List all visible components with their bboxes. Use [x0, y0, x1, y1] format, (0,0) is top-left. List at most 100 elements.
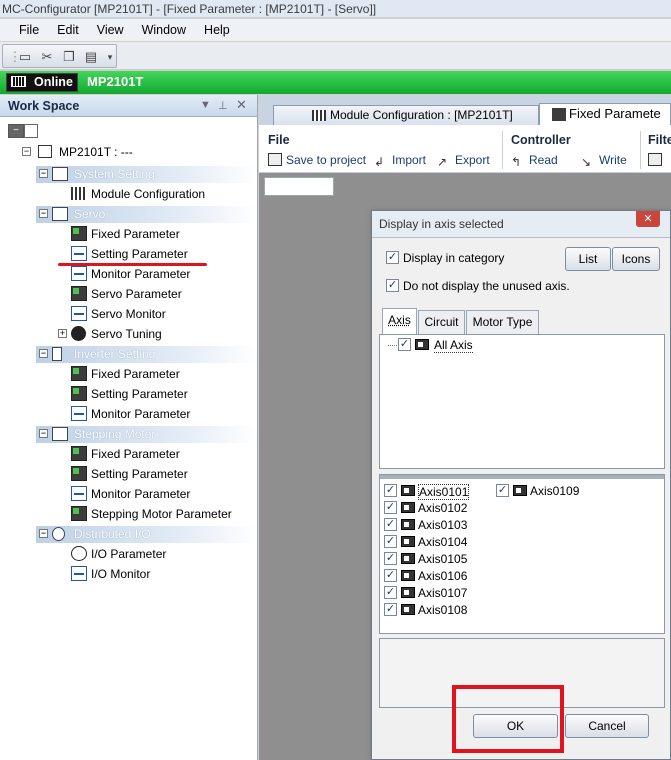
axis-label[interactable]: Axis0106	[418, 569, 467, 583]
tab-axis[interactable]: Axis	[382, 308, 417, 335]
axis-label[interactable]: Axis0105	[418, 552, 467, 566]
axis-select-dialog: Display in axis selected ✕ ✓ Display in …	[371, 210, 671, 760]
read-icon: ↰	[511, 155, 522, 169]
toolbar-group: ⋮ ▭ ✂ ❐ ▤ ▾	[2, 44, 117, 68]
axis-label[interactable]: Axis0108	[418, 603, 467, 617]
axis-icon	[401, 502, 415, 513]
save-to-project-button[interactable]: Save to project	[268, 153, 366, 167]
workspace-title: Work Space	[8, 99, 80, 113]
export-button[interactable]: ↗ Export	[437, 153, 490, 169]
collapse-icon[interactable]: −	[39, 209, 48, 218]
tree-group-servo[interactable]: − Servo	[36, 206, 256, 223]
all-axis-checkbox[interactable]: ✓	[398, 338, 411, 351]
paste-icon[interactable]: ▤	[83, 49, 99, 65]
axis-label[interactable]: Axis0103	[418, 518, 467, 532]
tab-fixed-parameter[interactable]: Fixed Paramete	[539, 103, 671, 125]
menu-window[interactable]: Window	[133, 19, 195, 41]
collapse-icon[interactable]: −	[39, 429, 48, 438]
axis-checkbox[interactable]: ✓	[384, 603, 397, 616]
tab-circuit[interactable]: Circuit	[418, 310, 465, 334]
axis-checkbox[interactable]: ✓	[384, 569, 397, 582]
save-icon	[268, 153, 282, 166]
axis-checkbox[interactable]: ✓	[384, 501, 397, 514]
toolbar-options-icon[interactable]: ▾	[102, 49, 118, 65]
ribbon-controller-title: Controller	[511, 133, 571, 147]
axis-checkbox[interactable]: ✓	[384, 535, 397, 548]
axis-icon	[401, 570, 415, 581]
tab-motor-type[interactable]: Motor Type	[466, 310, 539, 334]
cut-icon[interactable]: ✂	[39, 49, 55, 65]
write-button[interactable]: ↘ Write	[581, 153, 627, 169]
monitor-parameter-icon	[71, 266, 87, 281]
dropdown-icon[interactable]: ▼	[200, 99, 211, 111]
setting-parameter-icon	[71, 386, 87, 401]
export-icon: ↗	[437, 155, 448, 169]
online-icon	[11, 76, 26, 87]
fixed-parameter-icon	[552, 108, 566, 121]
axis-checkbox[interactable]: ✓	[384, 552, 397, 565]
read-button[interactable]: ↰ Read	[511, 153, 558, 169]
axis-tree: ✓ All Axis	[379, 334, 665, 469]
axis-checkbox[interactable]: ✓	[384, 518, 397, 531]
icons-button[interactable]: Icons	[612, 247, 660, 271]
axis-label[interactable]: Axis0101	[418, 484, 470, 500]
status-bar: Online MP2101T	[0, 71, 671, 94]
expand-icon[interactable]: +	[58, 329, 67, 338]
module-configuration-icon	[71, 187, 87, 200]
filter-button[interactable]	[648, 153, 666, 167]
list-button[interactable]: List	[565, 247, 611, 271]
all-axis-icon	[415, 339, 429, 350]
tree-group-distributed-io[interactable]: − Distributed I/O	[36, 526, 256, 543]
import-button[interactable]: ↲ Import	[374, 153, 426, 169]
display-in-category-checkbox[interactable]: ✓	[386, 251, 399, 264]
tree-group-inverter-setting[interactable]: − Inverter Setting	[36, 346, 256, 363]
axis-icon	[401, 604, 415, 615]
dialog-title: Display in axis selected	[379, 217, 504, 231]
all-axis-label[interactable]: All Axis	[434, 338, 473, 353]
parameter-field[interactable]	[264, 177, 334, 196]
close-icon[interactable]: ✕	[636, 211, 660, 227]
tree-group-system-setting[interactable]: − System Setting	[36, 166, 256, 183]
save-icon[interactable]: ▭	[17, 49, 33, 65]
cancel-button[interactable]: Cancel	[565, 714, 649, 738]
close-icon[interactable]: ✕	[236, 97, 247, 113]
ribbon-file-title: File	[268, 133, 290, 147]
menu-edit[interactable]: Edit	[48, 19, 88, 41]
tab-module-configuration[interactable]: Module Configuration : [MP2101T]	[273, 105, 539, 125]
import-icon: ↲	[374, 155, 385, 169]
dialog-body: ✓ Display in category List Icons ✓ Do no…	[372, 237, 670, 759]
monitor-parameter-icon	[71, 406, 87, 421]
write-icon: ↘	[581, 155, 592, 169]
collapse-icon[interactable]: −	[39, 169, 48, 178]
menu-help[interactable]: Help	[195, 19, 239, 41]
display-in-category-label: Display in category	[403, 251, 505, 265]
menu-bar: File Edit View Window Help	[0, 19, 671, 41]
axis-checkbox[interactable]: ✓	[496, 484, 509, 497]
axis-icon	[401, 536, 415, 547]
collapse-root-icon[interactable]: −	[8, 124, 24, 138]
menu-view[interactable]: View	[88, 19, 133, 41]
axis-label[interactable]: Axis0102	[418, 501, 467, 515]
controller-icon	[38, 145, 52, 158]
ribbon-separator	[640, 131, 641, 169]
collapse-icon[interactable]: −	[22, 147, 31, 156]
collapse-icon[interactable]: −	[39, 529, 48, 538]
axis-checkbox[interactable]: ✓	[384, 484, 397, 497]
workspace-header: Work Space ▼ ⊥ ✕	[0, 95, 257, 117]
axis-label[interactable]: Axis0104	[418, 535, 467, 549]
axis-label[interactable]: Axis0109	[530, 484, 579, 498]
collapse-icon[interactable]: −	[39, 349, 48, 358]
copy-icon[interactable]: ❐	[61, 49, 77, 65]
tree-group-stepping-motor[interactable]: − Stepping Motor	[36, 426, 256, 443]
axis-icon	[401, 485, 415, 496]
io-monitor-icon	[71, 566, 87, 581]
do-not-display-unused-checkbox[interactable]: ✓	[386, 279, 399, 292]
monitor-parameter-icon	[71, 486, 87, 501]
io-parameter-icon	[71, 546, 87, 561]
pin-icon[interactable]: ⊥	[218, 99, 228, 112]
menu-file[interactable]: File	[10, 19, 48, 41]
online-button[interactable]: Online	[6, 73, 78, 92]
ribbon-filter-title: Filte	[648, 133, 671, 147]
axis-checkbox[interactable]: ✓	[384, 586, 397, 599]
axis-label[interactable]: Axis0107	[418, 586, 467, 600]
